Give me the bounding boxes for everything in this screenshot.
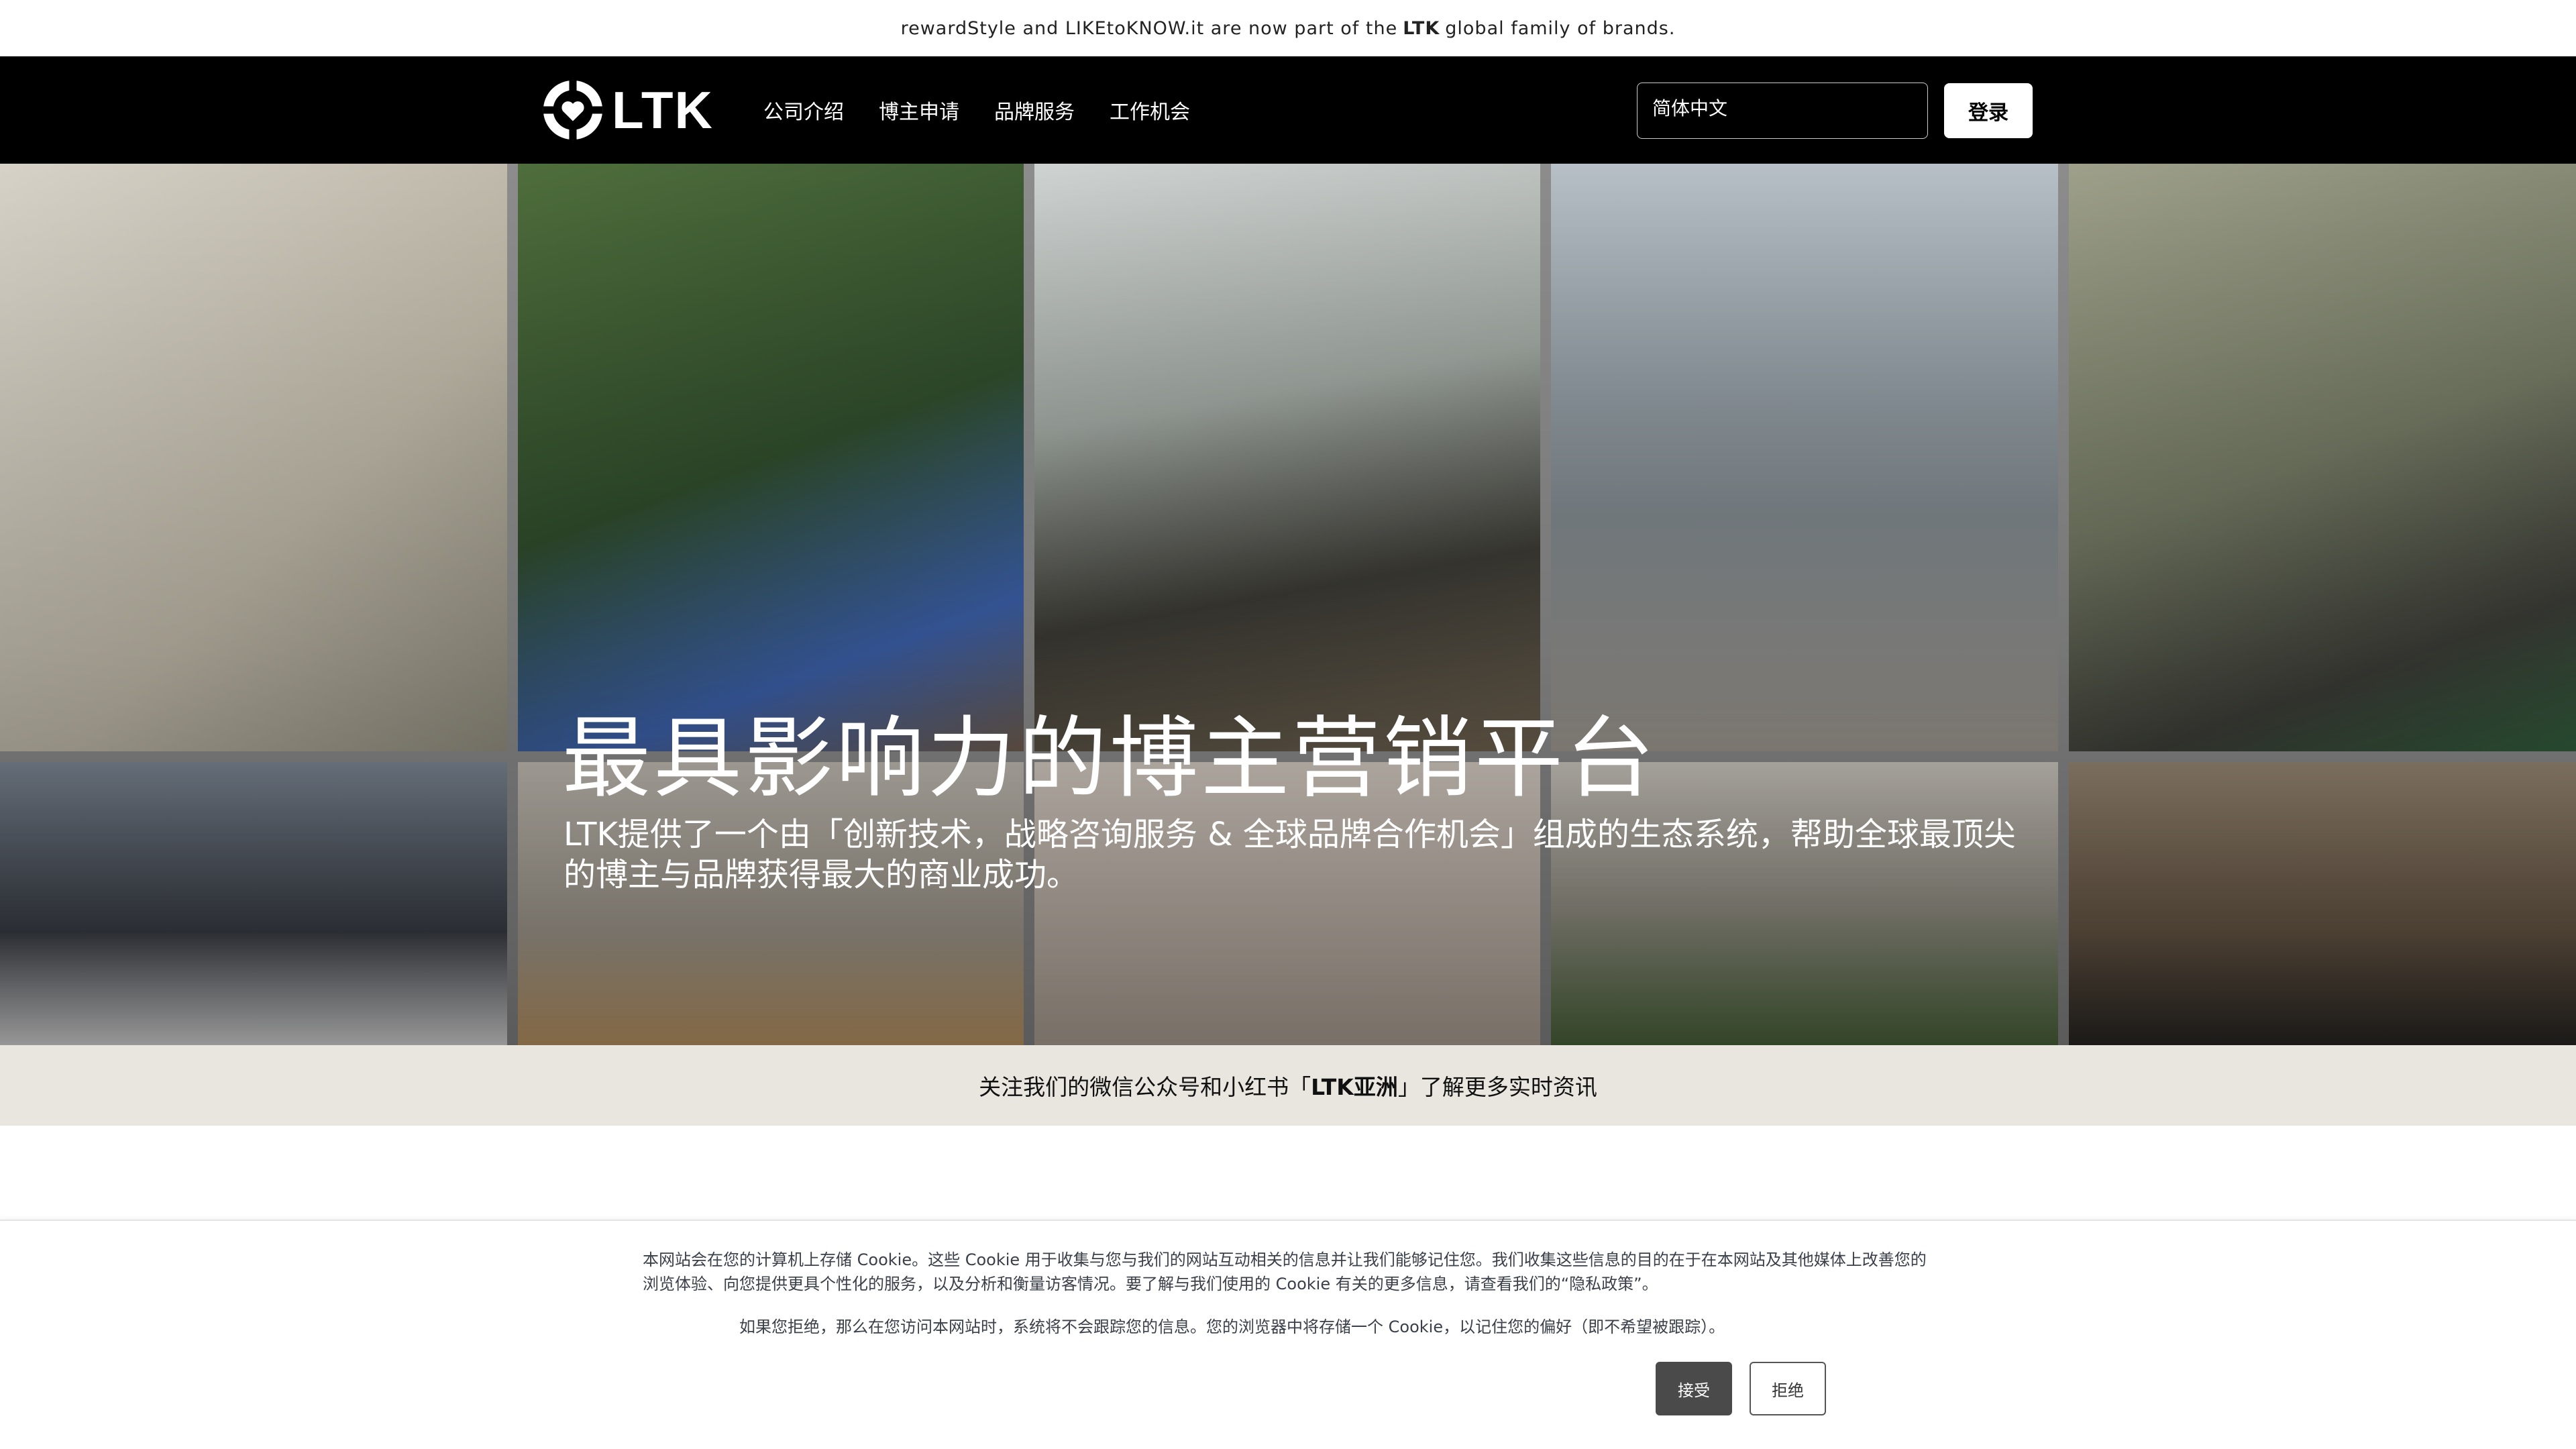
hero-section: 最具影响力的博主营销平台 LTK提供了一个由「创新技术，战略咨询服务 & 全球品… bbox=[0, 164, 2576, 1045]
nav-item-careers[interactable]: 工作机会 bbox=[1110, 95, 1190, 125]
accept-cookies-button[interactable]: 接受 bbox=[1656, 1362, 1732, 1415]
cookie-notice-text: 本网站会在您的计算机上存储 Cookie。这些 Cookie 用于收集与您与我们… bbox=[643, 1250, 1927, 1293]
ltk-logo[interactable]: LTK bbox=[542, 78, 714, 142]
announcement-text-end: global family of brands. bbox=[1445, 17, 1676, 39]
follow-brand: LTK亚洲 bbox=[1311, 1074, 1398, 1100]
cookie-decline-note: 如果您拒绝，那么在您访问本网站时，系统将不会跟踪您的信息。您的浏览器中将存储一个… bbox=[739, 1318, 1725, 1336]
follow-text-end: 」了解更多实时资讯 bbox=[1397, 1074, 1597, 1100]
language-select[interactable]: 简体中文 bbox=[1637, 83, 1928, 139]
follow-bar: 关注我们的微信公众号和小红书「 LTK亚洲 」了解更多实时资讯 bbox=[0, 1045, 2576, 1126]
announcement-bar: rewardStyle and LIKEtoKNOW.it are now pa… bbox=[0, 0, 2576, 56]
hero-description: LTK提供了一个由「创新技术，战略咨询服务 & 全球品牌合作机会」组成的生态系统… bbox=[564, 816, 2016, 894]
ltk-logo-icon bbox=[543, 80, 603, 140]
announcement-text: rewardStyle and LIKEtoKNOW.it are now pa… bbox=[900, 17, 1398, 39]
cookie-banner: 本网站会在您的计算机上存储 Cookie。这些 Cookie 用于收集与您与我们… bbox=[0, 1220, 2576, 1449]
site-header: LTK 公司介绍 博主申请 品牌服务 工作机会 简体中文 登录 bbox=[0, 56, 2576, 164]
main-nav: 公司介绍 博主申请 品牌服务 工作机会 bbox=[763, 56, 1190, 164]
login-button[interactable]: 登录 bbox=[1944, 83, 2033, 138]
announcement-brand: LTK bbox=[1403, 17, 1440, 39]
decline-cookies-button[interactable]: 拒绝 bbox=[1750, 1362, 1826, 1415]
nav-item-about[interactable]: 公司介绍 bbox=[763, 95, 844, 125]
logo-text: LTK bbox=[612, 80, 714, 140]
nav-item-creators[interactable]: 博主申请 bbox=[879, 95, 959, 125]
hero-overlay bbox=[0, 164, 2576, 1045]
follow-text: 关注我们的微信公众号和小红书「 bbox=[979, 1074, 1311, 1100]
hero-title: 最具影响力的博主营销平台 bbox=[562, 707, 1657, 810]
nav-item-brands[interactable]: 品牌服务 bbox=[994, 95, 1075, 125]
